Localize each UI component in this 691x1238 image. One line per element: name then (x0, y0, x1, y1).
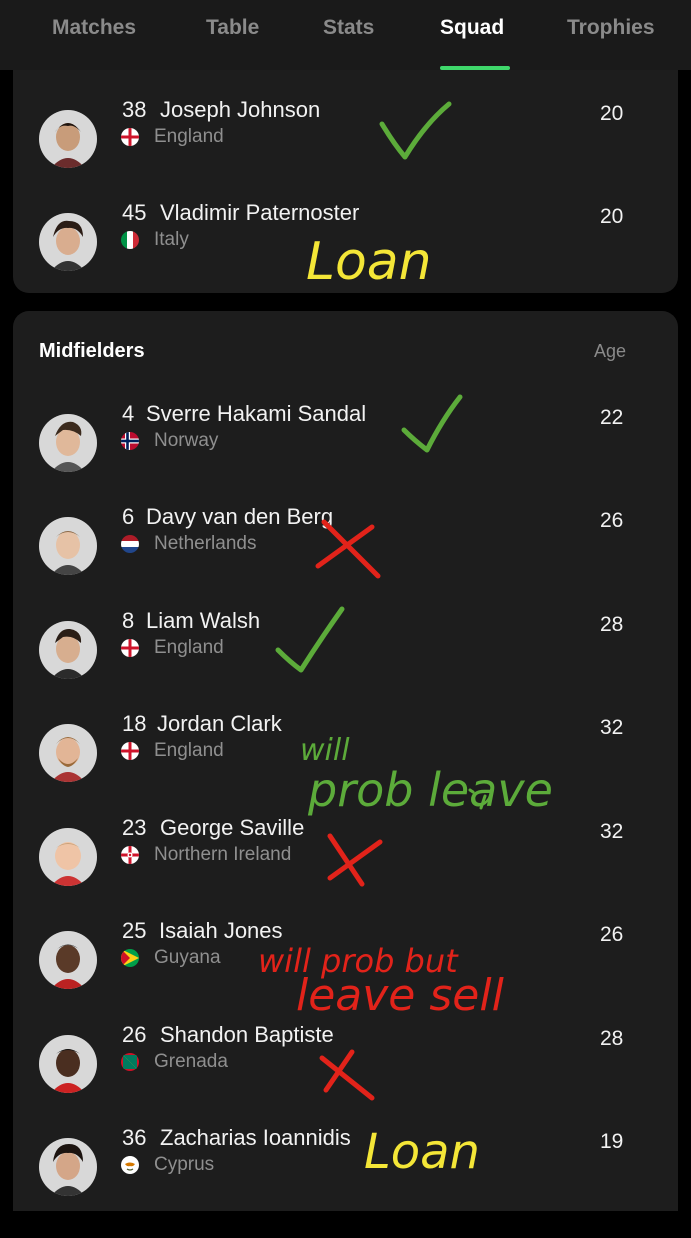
guyana-flag-icon (121, 949, 139, 967)
player-age: 19 (600, 1130, 624, 1153)
player-name: Jordan Clark (157, 711, 282, 736)
player-number: 8 (122, 608, 135, 633)
player-number: 4 (122, 401, 135, 426)
player-age: 32 (600, 820, 624, 843)
player-row-vladimir-paternoster[interactable]: 45 Vladimir Paternoster Italy 20 (0, 200, 691, 313)
player-name: George Saville (160, 815, 305, 840)
player-row-sverre-hakami-sandal[interactable]: 4 Sverre Hakami Sandal Norway 22 (0, 401, 691, 514)
player-number: 6 (122, 504, 135, 529)
player-age: 28 (600, 613, 624, 636)
player-name: Shandon Baptiste (160, 1022, 334, 1047)
player-avatar (39, 213, 97, 271)
player-number: 45 (122, 200, 147, 225)
player-avatar (39, 414, 97, 472)
player-number: 36 (122, 1125, 147, 1150)
italy-flag-icon (121, 231, 139, 249)
player-age: 20 (600, 205, 624, 228)
player-country: Italy (154, 229, 189, 250)
player-country: England (154, 126, 224, 147)
cyprus-flag-icon (121, 1156, 139, 1174)
northern-ireland-flag-icon (121, 846, 139, 864)
player-avatar (39, 110, 97, 168)
player-country: Northern Ireland (154, 844, 292, 865)
player-country: Grenada (154, 1051, 228, 1072)
player-country: Guyana (154, 947, 221, 968)
england-flag-icon (121, 742, 139, 760)
netherlands-flag-icon (121, 535, 139, 553)
player-name: Zacharias Ioannidis (160, 1125, 351, 1150)
norway-flag-icon (121, 432, 139, 450)
player-number: 38 (122, 97, 147, 122)
player-number: 25 (122, 918, 147, 943)
player-age: 32 (600, 716, 624, 739)
player-country: Norway (154, 430, 219, 451)
player-name: Isaiah Jones (159, 918, 283, 943)
player-row-joseph-johnson[interactable]: 38 Joseph Johnson England 20 (0, 97, 691, 210)
player-row-jordan-clark[interactable]: 18 Jordan Clark England 32 (0, 711, 691, 824)
player-avatar (39, 1035, 97, 1093)
player-name: Vladimir Paternoster (160, 200, 360, 225)
squad-tab-bar: Matches Table Stats Squad Trophies (0, 0, 691, 70)
player-country: England (154, 740, 224, 761)
tab-matches[interactable]: Matches (52, 16, 136, 40)
player-age: 22 (600, 406, 624, 429)
england-flag-icon (121, 128, 139, 146)
player-row-shandon-baptiste[interactable]: 26 Shandon Baptiste Grenada 28 (0, 1022, 691, 1135)
player-country: Cyprus (154, 1154, 215, 1175)
player-country: Netherlands (154, 533, 257, 554)
grenada-flag-icon (121, 1053, 139, 1071)
player-age: 20 (600, 102, 624, 125)
player-row-george-saville[interactable]: 23 George Saville Northern Ireland 32 (0, 815, 691, 928)
section-title-midfielders: Midfielders (39, 340, 145, 362)
tab-trophies[interactable]: Trophies (567, 16, 655, 40)
player-age: 26 (600, 509, 624, 532)
player-avatar (39, 931, 97, 989)
player-number: 18 (122, 711, 147, 736)
player-number: 23 (122, 815, 147, 840)
player-row-davy-van-den-berg[interactable]: 6 Davy van den Berg Netherlands 26 (0, 504, 691, 617)
player-row-liam-walsh[interactable]: 8 Liam Walsh England 28 (0, 608, 691, 721)
player-avatar (39, 517, 97, 575)
player-avatar (39, 828, 97, 886)
player-name: Davy van den Berg (146, 504, 334, 529)
player-name: Joseph Johnson (160, 97, 321, 122)
age-column-header: Age (594, 341, 627, 361)
player-avatar (39, 1138, 97, 1196)
england-flag-icon (121, 639, 139, 657)
player-row-zacharias-ioannidis[interactable]: 36 Zacharias Ioannidis Cyprus 19 (0, 1125, 691, 1238)
player-country: England (154, 637, 224, 658)
player-name: Sverre Hakami Sandal (146, 401, 367, 426)
tab-squad[interactable]: Squad (440, 16, 504, 40)
tab-stats[interactable]: Stats (323, 16, 374, 40)
player-avatar (39, 621, 97, 679)
player-age: 28 (600, 1027, 624, 1050)
player-name: Liam Walsh (146, 608, 261, 633)
player-age: 26 (600, 923, 624, 946)
player-number: 26 (122, 1022, 147, 1047)
player-row-isaiah-jones[interactable]: 25 Isaiah Jones Guyana 26 (0, 918, 691, 1031)
player-avatar (39, 724, 97, 782)
tab-table[interactable]: Table (206, 16, 259, 40)
